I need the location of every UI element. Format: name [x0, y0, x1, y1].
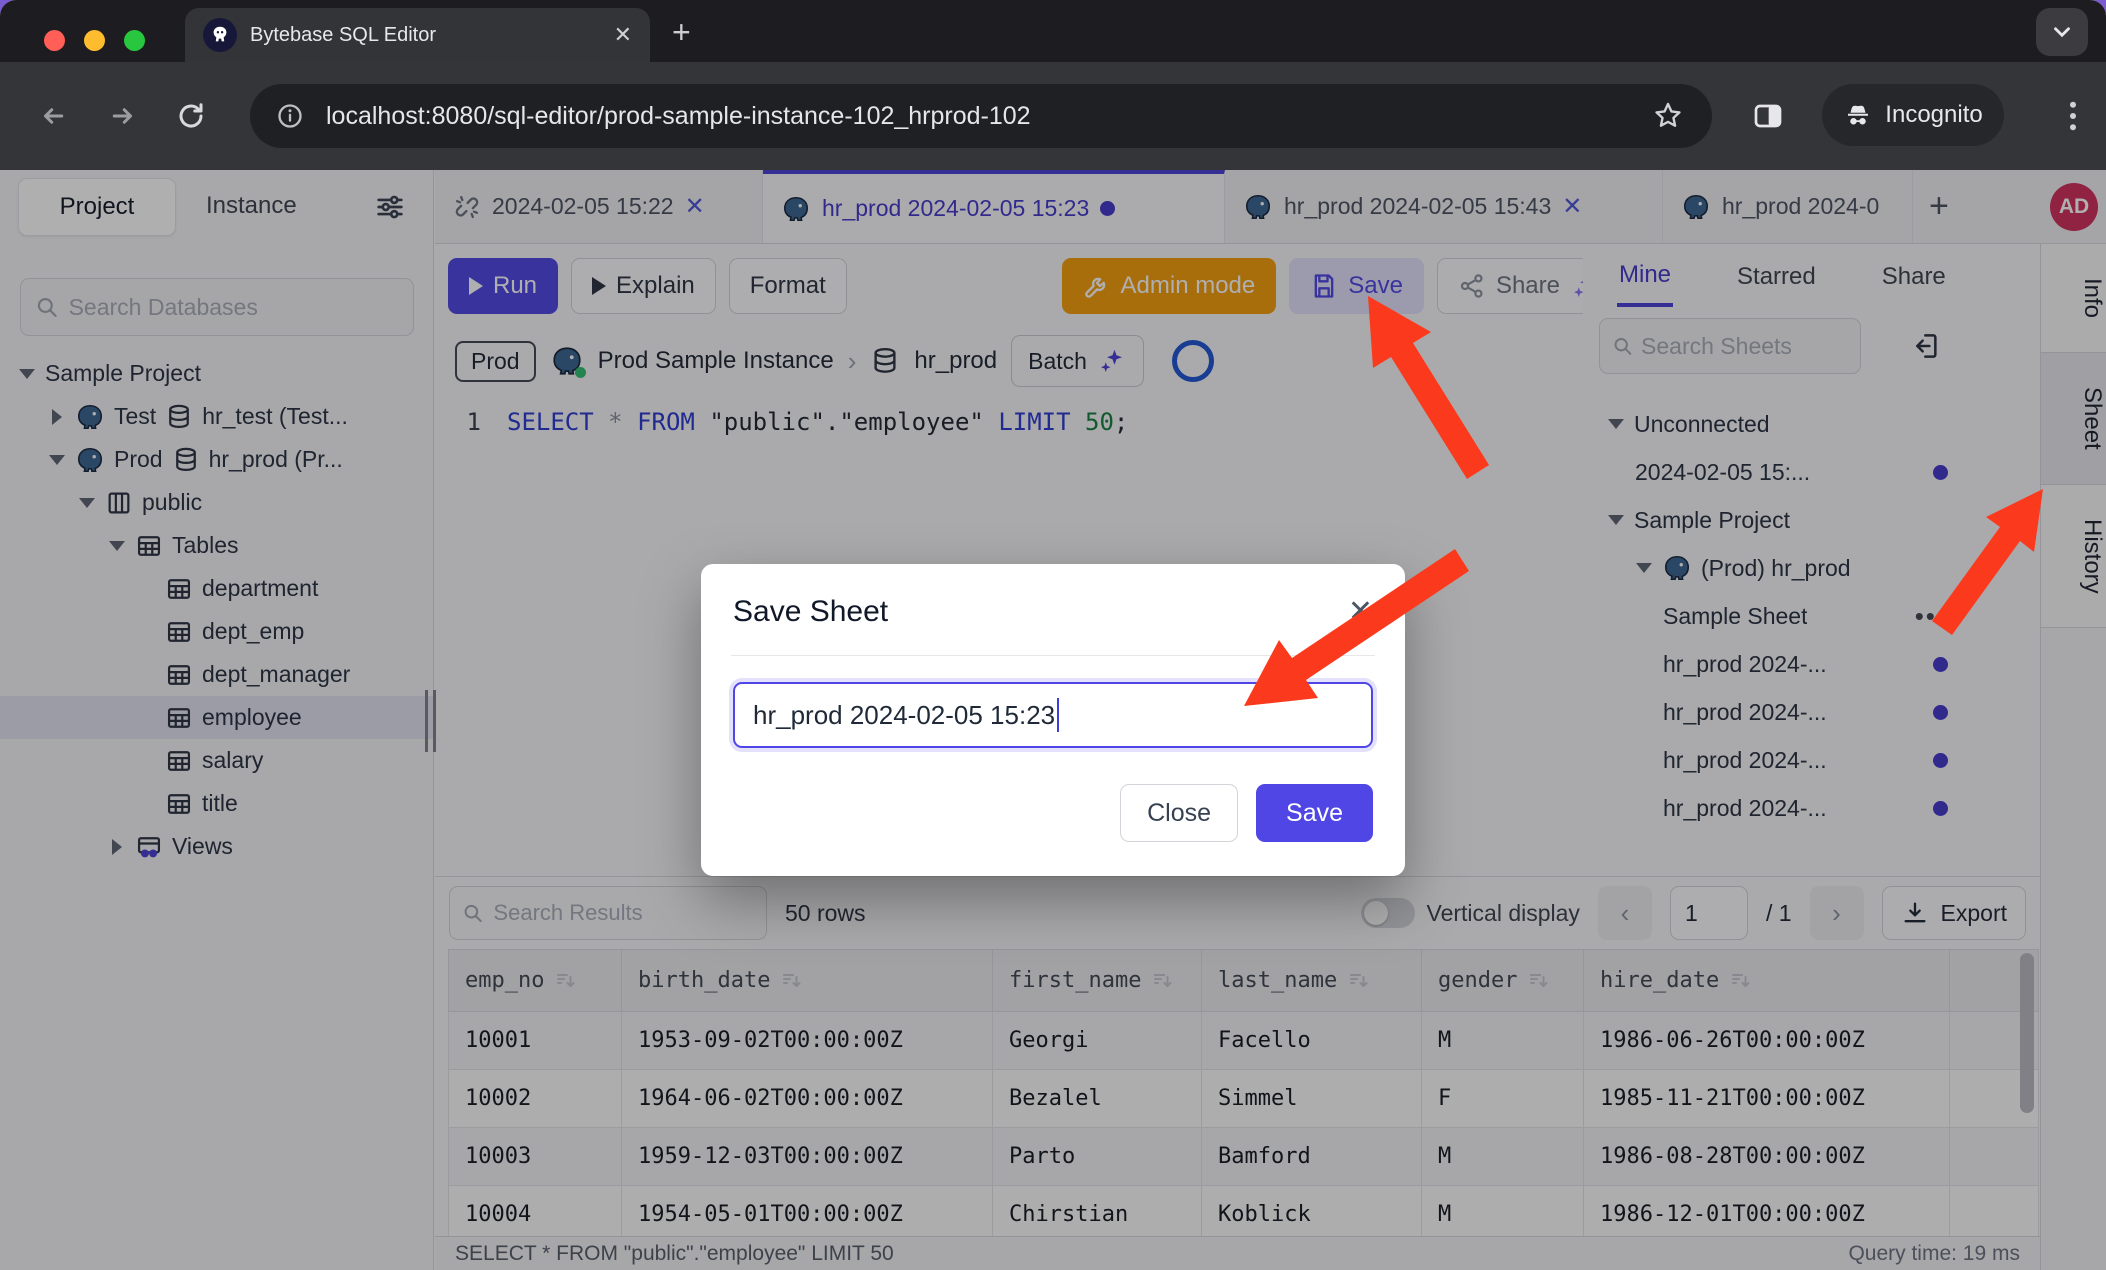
dialog-close-icon[interactable]: ✕: [1348, 594, 1373, 629]
sheet-name-input[interactable]: hr_prod 2024-02-05 15:23: [733, 682, 1373, 748]
dialog-close-button[interactable]: Close: [1120, 784, 1238, 842]
browser-menu-icon[interactable]: [2058, 98, 2088, 134]
bytebase-favicon-icon: [203, 18, 237, 52]
window-close-button[interactable]: [44, 30, 65, 51]
browser-tab[interactable]: Bytebase SQL Editor ✕: [185, 8, 650, 62]
incognito-hat-icon: [1843, 100, 1873, 130]
window-zoom-button[interactable]: [124, 30, 145, 51]
dialog-title: Save Sheet: [733, 595, 888, 629]
url-bar[interactable]: localhost:8080/sql-editor/prod-sample-in…: [250, 84, 1712, 148]
browser-tab-close-icon[interactable]: ✕: [614, 24, 632, 46]
incognito-label: Incognito: [1885, 101, 1982, 129]
window-minimize-button[interactable]: [84, 30, 105, 51]
browser-toolbar: localhost:8080/sql-editor/prod-sample-in…: [0, 62, 2106, 170]
dialog-save-button[interactable]: Save: [1256, 784, 1373, 842]
browser-tabstrip: Bytebase SQL Editor ✕ +: [0, 0, 2106, 62]
bookmark-star-icon[interactable]: [1652, 100, 1684, 132]
save-sheet-dialog: Save Sheet ✕ hr_prod 2024-02-05 15:23 Cl…: [701, 564, 1405, 876]
screenshot-stage: Bytebase SQL Editor ✕ + localhost:8080/s…: [0, 0, 2106, 1270]
back-icon[interactable]: [38, 101, 68, 131]
tab-search-chevron-button[interactable]: [2036, 8, 2088, 56]
forward-icon[interactable]: [108, 101, 138, 131]
browser-tab-title: Bytebase SQL Editor: [250, 24, 601, 47]
incognito-badge: Incognito: [1822, 84, 2004, 146]
browser-new-tab-button[interactable]: +: [672, 14, 691, 51]
url-text: localhost:8080/sql-editor/prod-sample-in…: [326, 102, 1031, 131]
dialog-divider: [731, 655, 1375, 656]
reload-icon[interactable]: [176, 101, 206, 131]
browser-window: Bytebase SQL Editor ✕ + localhost:8080/s…: [0, 0, 2106, 1270]
site-info-icon[interactable]: [276, 102, 304, 130]
text-cursor: [1057, 698, 1059, 732]
side-panel-icon[interactable]: [1752, 100, 1784, 132]
sheet-name-value: hr_prod 2024-02-05 15:23: [753, 700, 1055, 731]
